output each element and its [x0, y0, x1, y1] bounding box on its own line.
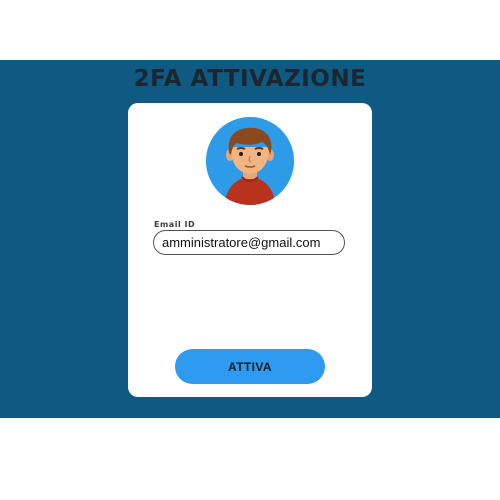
page: 2FA ATTIVAZIONE Email ID amministratore@… [0, 0, 500, 500]
user-avatar-icon [206, 117, 294, 205]
email-field[interactable] [153, 230, 345, 255]
page-title: 2FA ATTIVAZIONE [133, 66, 367, 92]
email-label: Email ID [154, 220, 196, 229]
activation-card: Email ID ATTIVA [128, 103, 372, 397]
activate-button[interactable]: ATTIVA [175, 349, 325, 384]
